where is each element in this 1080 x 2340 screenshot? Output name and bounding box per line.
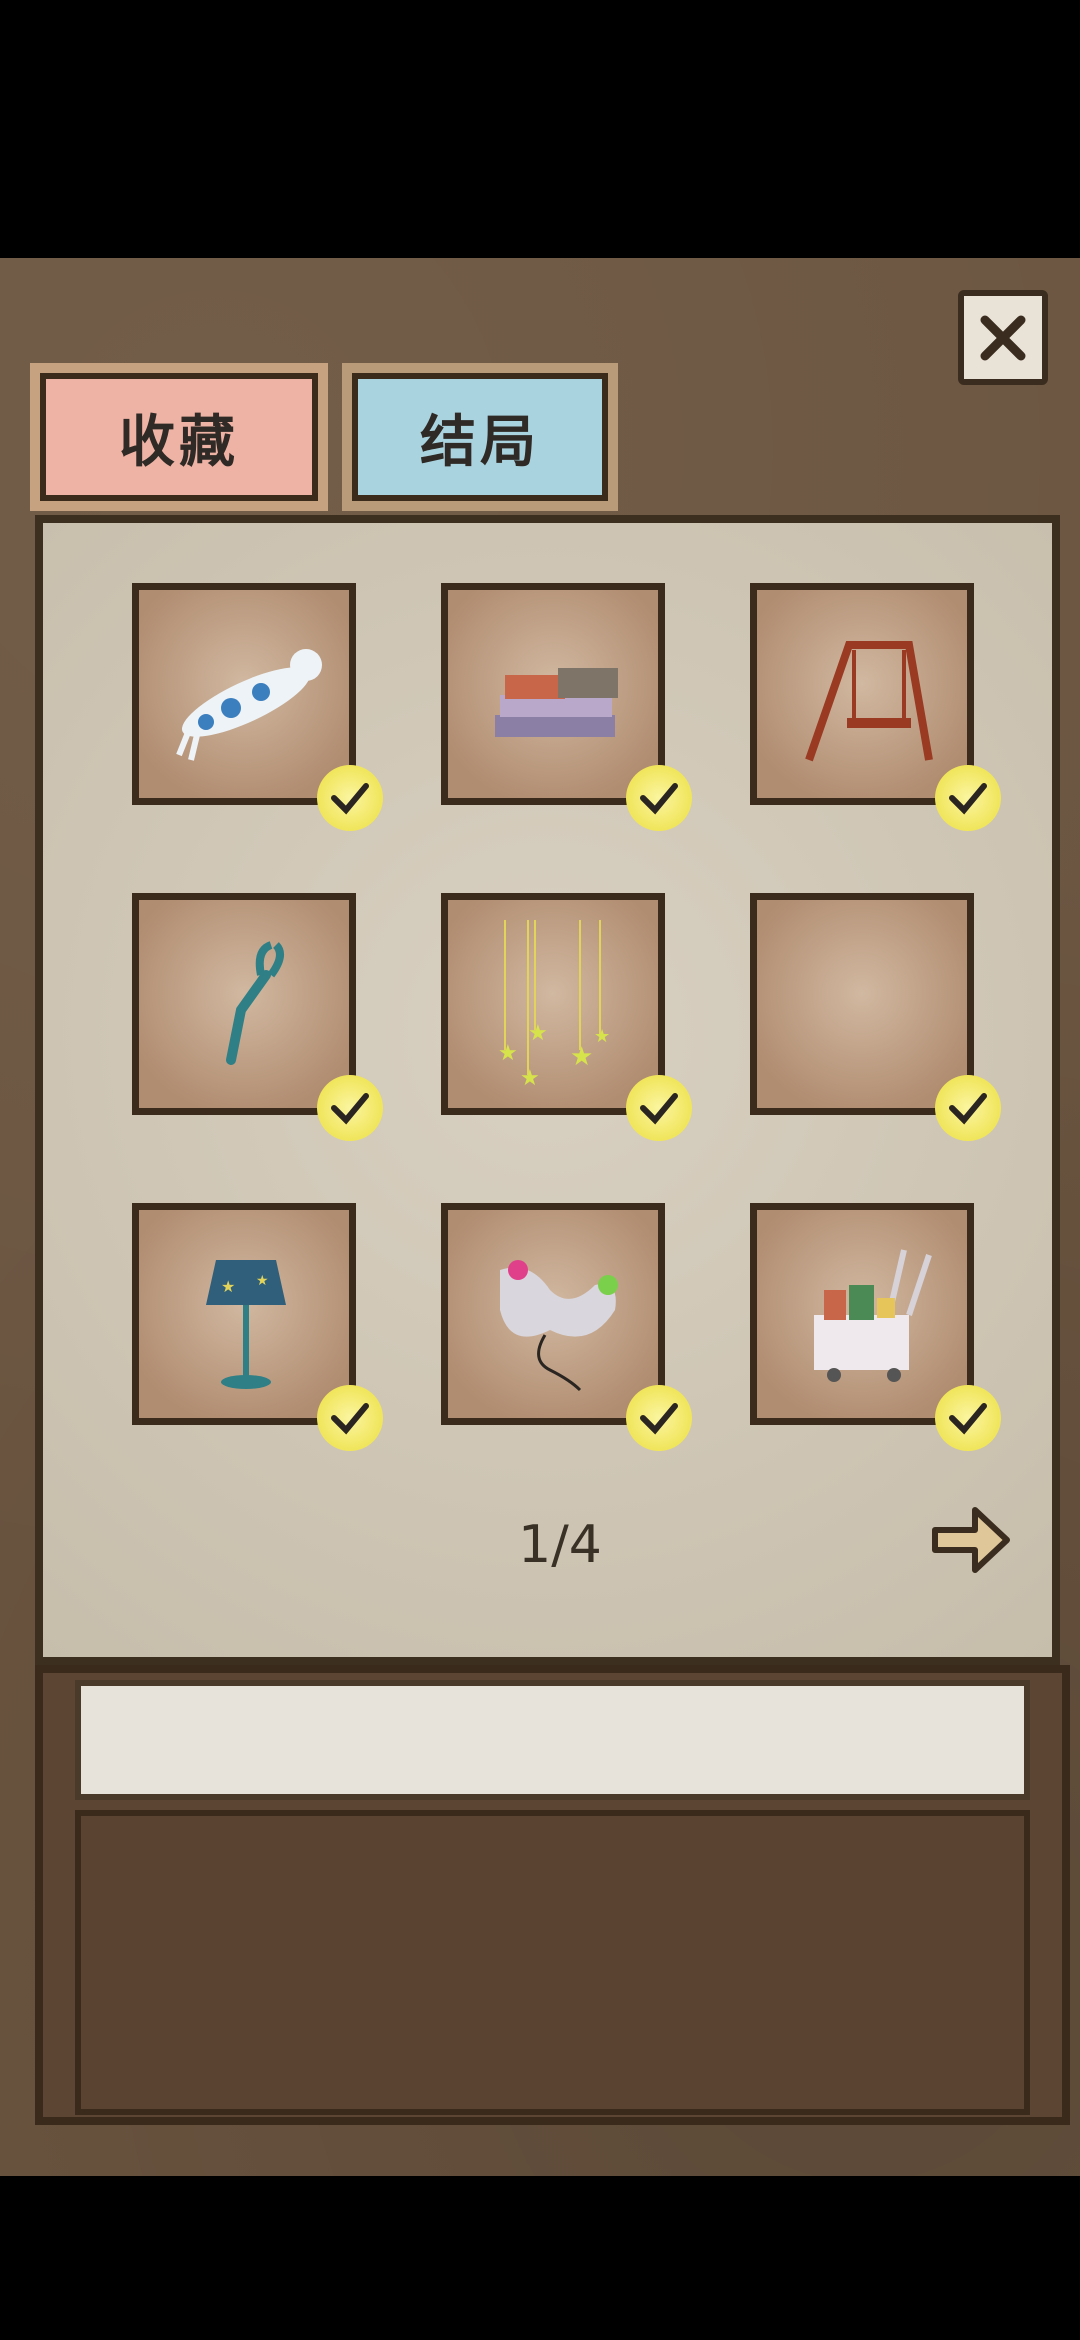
grabber-claw-icon (226, 941, 284, 1065)
svg-text:★: ★ (594, 1026, 610, 1047)
item-shopping-cart[interactable] (750, 1203, 1001, 1451)
cat-pillow-icon (176, 649, 322, 761)
item-cat-pillow[interactable] (132, 583, 383, 831)
tab-ending-label: 结局 (420, 409, 540, 475)
tab-ending[interactable]: 结局 (342, 363, 618, 511)
arrow-right-icon (932, 1507, 1010, 1573)
description-title-plate (75, 1680, 1030, 1800)
collected-check-icon (935, 1075, 1001, 1141)
item-star-lamp[interactable]: ★ ★ (132, 1203, 383, 1451)
shopping-cart-icon (814, 1249, 932, 1382)
collected-check-icon (626, 1075, 692, 1141)
tab-collection[interactable]: 收藏 (30, 363, 328, 511)
collected-check-icon (935, 1385, 1001, 1451)
item-game-controller[interactable] (441, 1203, 692, 1451)
svg-text:★: ★ (520, 1066, 540, 1090)
collected-check-icon (317, 1385, 383, 1451)
screen: 收藏 结局 ★ ★ ★ ★ ★ ★ ★ 1/4 (0, 0, 1080, 2340)
collected-check-icon (626, 765, 692, 831)
swing-icon (805, 641, 933, 762)
svg-text:★: ★ (256, 1273, 269, 1289)
item-swing[interactable] (750, 583, 1001, 831)
next-page-button[interactable] (925, 1495, 1015, 1585)
close-button[interactable] (958, 290, 1048, 385)
collected-check-icon (626, 1385, 692, 1451)
hanging-stars-icon: ★ ★ ★ ★ ★ (498, 920, 610, 1090)
tab-collection-label: 收藏 (119, 409, 239, 475)
item-clothes-stack[interactable] (441, 583, 692, 831)
svg-text:★: ★ (498, 1041, 518, 1066)
collected-check-icon (317, 1075, 383, 1141)
star-lamp-icon: ★ ★ (206, 1260, 286, 1389)
item-hanging-stars[interactable]: ★ ★ ★ ★ ★ (441, 893, 692, 1141)
svg-text:★: ★ (221, 1277, 235, 1296)
close-icon (980, 315, 1026, 360)
collected-check-icon (935, 765, 1001, 831)
svg-text:★: ★ (570, 1042, 593, 1072)
collected-check-icon (317, 765, 383, 831)
clothes-stack-icon (495, 668, 618, 737)
item-empty-slot[interactable] (750, 893, 1001, 1141)
description-body-area (75, 1810, 1030, 2115)
svg-text:★: ★ (528, 1021, 548, 1046)
item-grabber-claw[interactable] (132, 893, 383, 1141)
page-indicator: 1/4 (518, 1515, 602, 1575)
game-controller-icon (500, 1260, 618, 1392)
